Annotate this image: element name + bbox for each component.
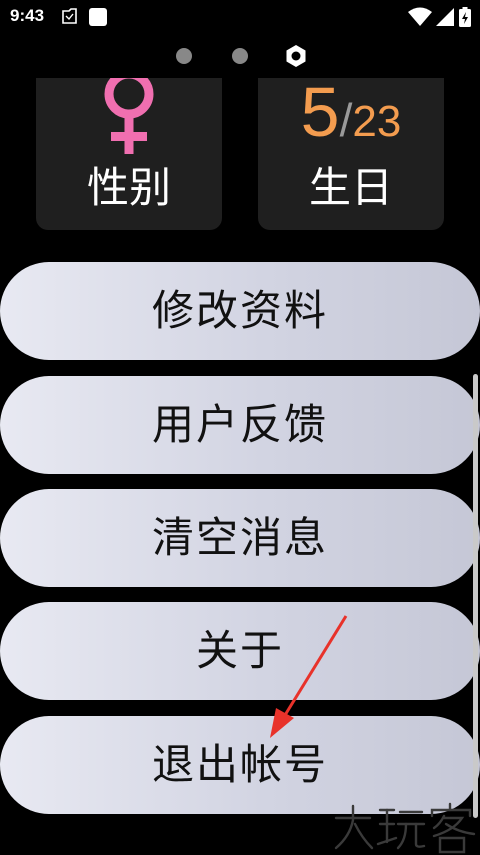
wifi-icon — [408, 7, 432, 26]
birthday-separator: / — [339, 94, 353, 146]
user-feedback-button[interactable]: 用户反馈 — [0, 376, 480, 474]
page-dot-active-icon[interactable] — [284, 44, 308, 68]
female-symbol-icon — [104, 78, 154, 154]
battery-charging-icon — [459, 7, 471, 27]
signal-icon — [436, 8, 454, 26]
birthday-card[interactable]: 5/23 生日 — [258, 78, 444, 230]
gender-label: 性别 — [86, 163, 171, 212]
app-square-icon — [89, 8, 107, 26]
status-bar: 9:43 — [0, 0, 480, 34]
about-button[interactable]: 关于 — [0, 602, 480, 700]
birthday-label: 生日 — [308, 163, 393, 212]
gender-card[interactable]: 性别 — [36, 78, 222, 230]
birthday-day: 23 — [352, 97, 402, 146]
watermark-logo — [334, 802, 476, 854]
page-indicator — [0, 42, 480, 70]
status-time: 9:43 — [10, 6, 45, 25]
notification-icon — [62, 8, 77, 24]
page-dot-2[interactable] — [232, 48, 248, 64]
clear-messages-button[interactable]: 清空消息 — [0, 489, 480, 587]
birthday-value: 5/23 — [258, 78, 444, 172]
scrollbar[interactable] — [473, 374, 478, 818]
edit-profile-button[interactable]: 修改资料 — [0, 262, 480, 360]
page-dot-1[interactable] — [176, 48, 192, 64]
birthday-month: 5 — [300, 78, 340, 151]
